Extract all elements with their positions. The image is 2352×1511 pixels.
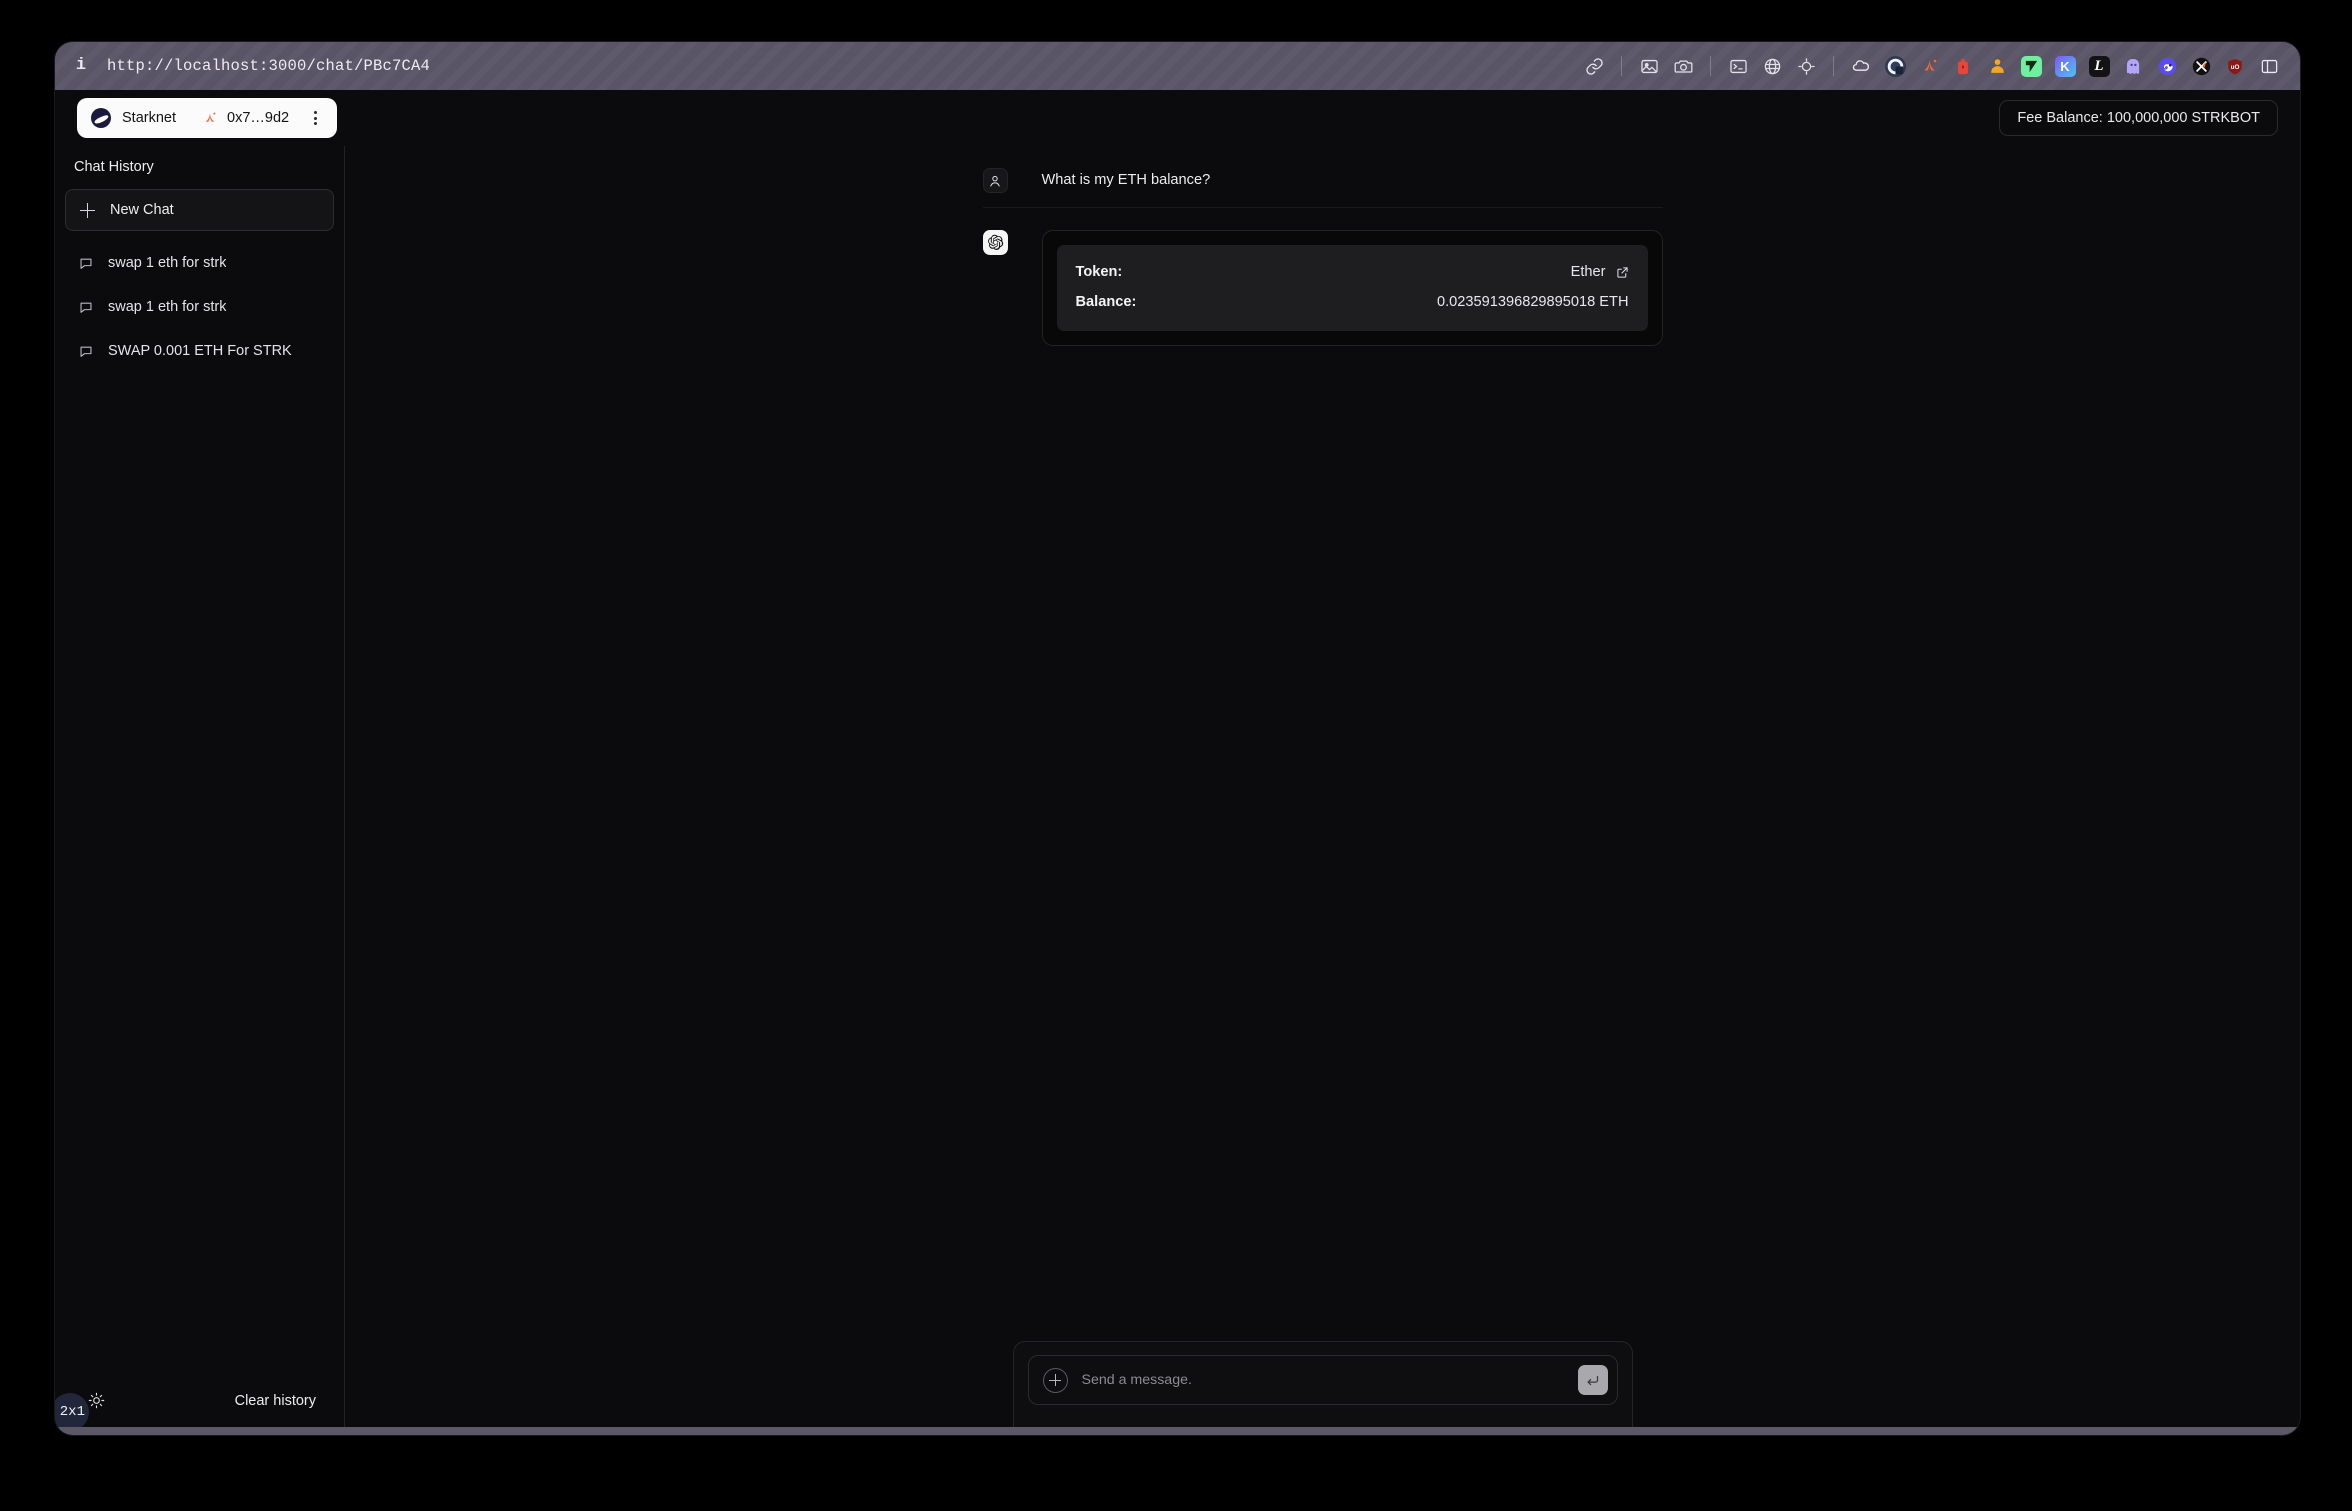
sidebar-heading: Chat History <box>74 159 154 175</box>
xdefi-wallet-icon[interactable] <box>2187 52 2215 80</box>
toolbar-icon-group: K L uO <box>1577 52 2286 80</box>
balance-row: Balance: 0.023591396829895018 ETH <box>1076 287 1629 317</box>
chat-history-label: swap 1 eth for strk <box>108 255 227 271</box>
chat-scroll-area[interactable]: What is my ETH balance? Token: Ether Bal… <box>345 146 2300 1427</box>
crosshair-icon[interactable] <box>1792 52 1820 80</box>
account-indicator[interactable]: 0x7…9d2 <box>202 108 323 128</box>
toolbar-separator <box>1833 56 1834 76</box>
openai-logo-icon <box>987 234 1003 250</box>
balance-row-value: 0.023591396829895018 ETH <box>1436 294 1629 310</box>
phantom-wallet-icon[interactable] <box>2153 52 2181 80</box>
token-row: Token: Ether <box>1076 257 1629 287</box>
balance-row-key: Balance: <box>1075 294 1137 310</box>
user-avatar <box>982 168 1008 193</box>
assistant-avatar <box>982 230 1008 255</box>
ghostery-icon[interactable] <box>2119 52 2147 80</box>
new-chat-button[interactable]: New Chat <box>65 189 334 231</box>
page-viewport: Starknet 0x7…9d2 Fee Balance: 100,000,00… <box>55 90 2300 1427</box>
chat-bubble-icon <box>80 346 92 357</box>
terminal-icon[interactable] <box>1724 52 1752 80</box>
cloud-extension-icon[interactable] <box>1847 52 1875 80</box>
user-message-text: What is my ETH balance? <box>1041 172 1211 188</box>
app-header: Starknet 0x7…9d2 Fee Balance: 100,000,00… <box>55 90 2300 146</box>
send-message-button[interactable] <box>1577 1365 1608 1395</box>
assistant-message-row: Token: Ether Balance: 0.0235913968298950… <box>982 208 1663 346</box>
keplr-wallet-icon[interactable] <box>1983 52 2011 80</box>
token-row-value[interactable]: Ether <box>1571 264 1629 280</box>
leather-wallet-icon[interactable]: L <box>2085 52 2113 80</box>
ublock-origin-icon[interactable]: uO <box>2221 52 2249 80</box>
sidebar-footer: Clear history 2x1 <box>55 1392 334 1427</box>
network-indicator[interactable]: Starknet <box>91 108 202 128</box>
token-row-key: Token: <box>1075 264 1123 280</box>
braavos-wallet-icon[interactable] <box>1949 52 1977 80</box>
svg-text:uO: uO <box>2231 64 2240 71</box>
plus-icon <box>80 202 95 218</box>
url-bar[interactable]: i http://localhost:3000/chat/PBc7CA4 <box>73 57 1577 75</box>
privacy-badger-icon[interactable] <box>1881 52 1909 80</box>
url-text: http://localhost:3000/chat/PBc7CA4 <box>107 57 431 75</box>
link-icon[interactable] <box>1580 52 1608 80</box>
composer-input-row[interactable] <box>1027 1355 1618 1405</box>
fee-balance-text: Fee Balance: 100,000,000 STRKBOT <box>2017 110 2260 126</box>
message-input[interactable] <box>1081 1372 1564 1388</box>
toolbar-separator <box>1621 56 1622 76</box>
token-balance-card: Token: Ether Balance: 0.0235913968298950… <box>1041 230 1663 346</box>
sun-icon[interactable] <box>88 1392 105 1409</box>
app-body: Chat History New Chat swap 1 eth for str… <box>55 146 2300 1427</box>
clear-history-button[interactable]: Clear history <box>235 1393 316 1409</box>
account-address: 0x7…9d2 <box>227 110 290 126</box>
user-message-row: What is my ETH balance? <box>982 168 1663 208</box>
argent-wallet-icon[interactable] <box>1915 52 1943 80</box>
person-icon <box>990 175 1000 186</box>
chat-history-label: SWAP 0.001 ETH For STRK <box>108 343 292 359</box>
kaspa-extension-icon[interactable]: K <box>2051 52 2079 80</box>
message-composer <box>1012 1341 1633 1427</box>
globe-icon[interactable] <box>1758 52 1786 80</box>
toolbar-separator <box>1710 56 1711 76</box>
wallet-menu-icon[interactable] <box>307 108 323 128</box>
chat-history-label: swap 1 eth for strk <box>108 299 227 315</box>
starknet-logo-icon <box>91 108 111 128</box>
chat-history-item[interactable]: swap 1 eth for strk <box>65 285 334 329</box>
enter-return-icon <box>1587 1375 1599 1385</box>
chat-history-item[interactable]: swap 1 eth for strk <box>65 241 334 285</box>
camera-icon[interactable] <box>1669 52 1697 80</box>
token-name: Ether <box>1570 264 1606 280</box>
browser-window: i http://localhost:3000/chat/PBc7CA4 K L… <box>55 42 2300 1435</box>
external-link-icon[interactable] <box>1616 266 1629 279</box>
token-balance-panel: Token: Ether Balance: 0.0235913968298950… <box>1056 245 1648 331</box>
scale-indicator-badge: 2x1 <box>55 1393 89 1427</box>
chat-bubble-icon <box>80 258 92 269</box>
argent-wallet-icon <box>205 112 216 122</box>
sidebar: Chat History New Chat swap 1 eth for str… <box>55 146 345 1427</box>
image-capture-icon[interactable] <box>1635 52 1663 80</box>
sidebar-toggle-icon[interactable] <box>2255 52 2283 80</box>
fee-balance-badge: Fee Balance: 100,000,000 STRKBOT <box>1999 100 2278 136</box>
info-icon[interactable]: i <box>73 57 89 74</box>
wallet-connection-pill[interactable]: Starknet 0x7…9d2 <box>77 98 338 138</box>
chat-history-item[interactable]: SWAP 0.001 ETH For STRK <box>65 329 334 373</box>
chat-main: What is my ETH balance? Token: Ether Bal… <box>345 146 2300 1427</box>
composer-wrapper <box>345 1341 2300 1427</box>
chat-bubble-icon <box>80 302 92 313</box>
add-attachment-button[interactable] <box>1042 1367 1068 1393</box>
new-chat-label: New Chat <box>110 202 174 218</box>
network-label: Starknet <box>122 110 176 126</box>
formatter-extension-icon[interactable] <box>2017 52 2045 80</box>
browser-toolbar: i http://localhost:3000/chat/PBc7CA4 K L… <box>55 42 2300 90</box>
